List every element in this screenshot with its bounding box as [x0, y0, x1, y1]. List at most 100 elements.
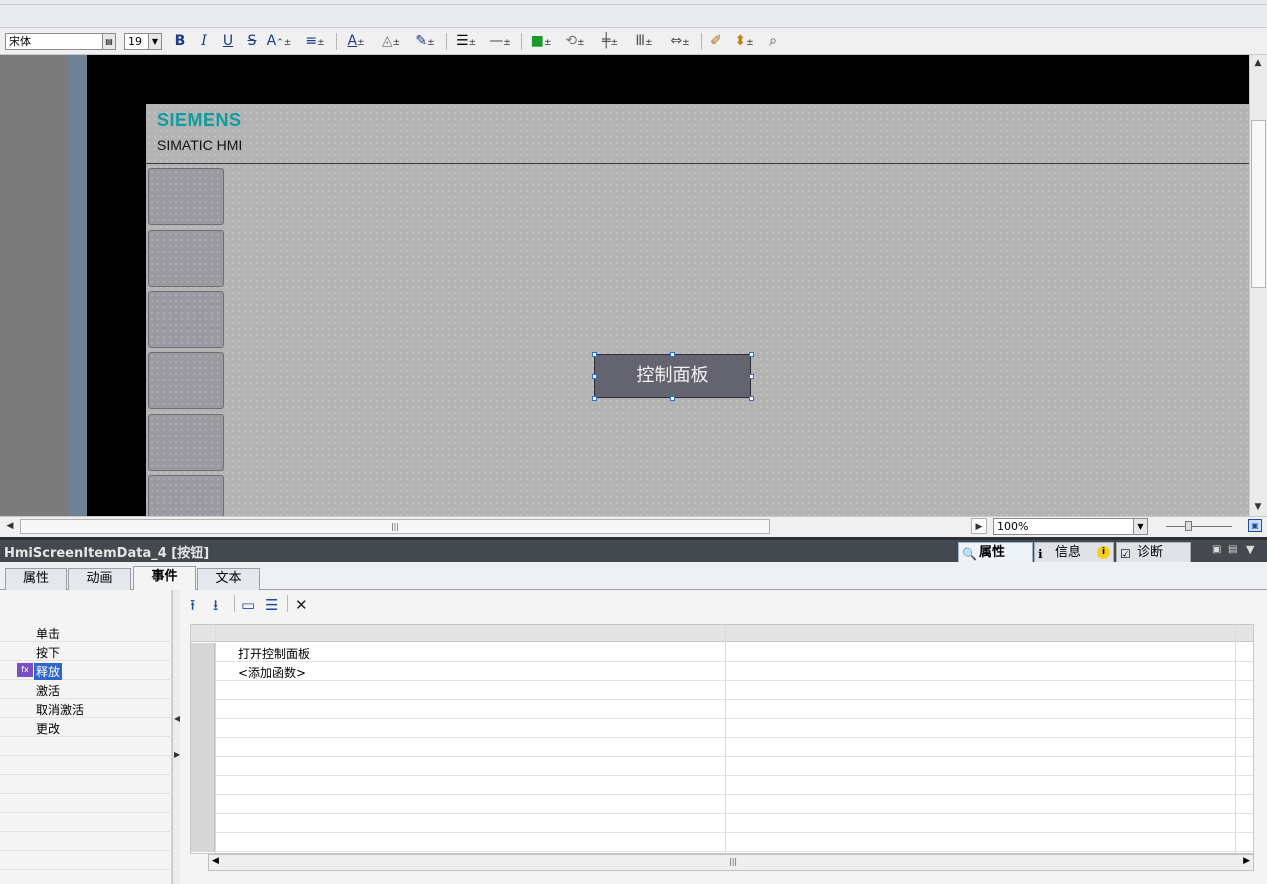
- resize-handle[interactable]: [749, 374, 754, 379]
- event-item-change[interactable]: 更改: [0, 718, 172, 737]
- scroll-left-icon[interactable]: ◀: [212, 856, 219, 866]
- event-item-deactivate[interactable]: 取消激活: [0, 699, 172, 718]
- toolbar-separator: [701, 33, 702, 50]
- pen-icon: ✎: [415, 33, 428, 49]
- scroll-up-icon[interactable]: ▲: [1250, 55, 1266, 71]
- resize-handle[interactable]: [670, 396, 675, 401]
- chevron-down-icon[interactable]: ▼: [148, 34, 161, 49]
- fit-to-window-icon[interactable]: ▣: [1248, 519, 1262, 532]
- table-row[interactable]: 打开控制面板: [191, 643, 1253, 662]
- resize-handle[interactable]: [592, 374, 597, 379]
- canvas-margin: [0, 55, 67, 516]
- resize-handle[interactable]: [670, 352, 675, 357]
- zoom-slider-track[interactable]: [1166, 526, 1232, 527]
- event-item-click[interactable]: 单击: [0, 623, 172, 642]
- tab-info[interactable]: ℹ 信息 i: [1034, 542, 1114, 563]
- tab-properties[interactable]: 🔍 属性: [958, 542, 1033, 563]
- table-horizontal-scrollbar[interactable]: ◀ ||| ▶: [208, 854, 1254, 871]
- rotate-button[interactable]: ⟲±: [560, 32, 590, 51]
- tab-texts[interactable]: 文本: [197, 568, 260, 590]
- line-style-button[interactable]: —±: [485, 32, 515, 51]
- event-item-release[interactable]: fx 释放: [0, 661, 172, 680]
- function-key-4[interactable]: [148, 352, 224, 409]
- align-objects-button[interactable]: ╪±: [595, 32, 625, 51]
- scroll-grip-icon[interactable]: |||: [729, 857, 737, 866]
- event-item-press[interactable]: 按下: [0, 642, 172, 661]
- table-row: [191, 738, 1253, 757]
- table-row: [191, 681, 1253, 700]
- folder-icon[interactable]: ▭: [241, 596, 255, 614]
- tab-events[interactable]: 事件: [133, 566, 196, 591]
- row-header: [191, 719, 215, 738]
- layer-button[interactable]: ⬍±: [729, 32, 759, 51]
- zoom-slider-thumb[interactable]: [1185, 521, 1192, 531]
- add-function-placeholder[interactable]: <添加函数>: [238, 664, 306, 681]
- table-row: [191, 795, 1253, 814]
- font-size-increase-button[interactable]: A⌃±: [266, 32, 292, 51]
- function-key-6[interactable]: [148, 475, 224, 516]
- scroll-down-icon[interactable]: ▼: [1250, 499, 1266, 515]
- scroll-left-icon[interactable]: ◀: [2, 518, 18, 534]
- canvas-ruler-strip: [67, 55, 87, 516]
- dropdown-arrow-icon: ±: [317, 38, 325, 48]
- list-icon[interactable]: ☰: [265, 596, 278, 614]
- font-name-select[interactable]: 宋体 ▤: [5, 33, 116, 50]
- move-up-icon[interactable]: ⭱: [190, 596, 195, 614]
- delete-icon[interactable]: ✕: [295, 596, 308, 614]
- scroll-right-icon[interactable]: ▶: [1243, 856, 1250, 866]
- zoom-region-button[interactable]: ⌕: [764, 32, 782, 51]
- resize-handle[interactable]: [592, 396, 597, 401]
- text-align-button[interactable]: ≡±: [300, 32, 330, 51]
- event-item-activate[interactable]: 激活: [0, 680, 172, 699]
- strikethrough-button[interactable]: S: [244, 32, 260, 51]
- resize-handle[interactable]: [592, 352, 597, 357]
- dropdown-arrow-icon: ±: [682, 38, 690, 48]
- tab-animations[interactable]: 动画: [68, 568, 131, 590]
- same-size-button[interactable]: ⇔±: [664, 32, 696, 51]
- control-panel-button[interactable]: 控制面板: [594, 354, 751, 398]
- fill-color-button[interactable]: ◬±: [376, 32, 406, 51]
- font-list-icon[interactable]: ▤: [102, 34, 115, 49]
- line-color-button[interactable]: ✎±: [410, 32, 440, 51]
- hmi-screen[interactable]: SIEMENS SIMATIC HMI 控制面板: [146, 104, 1249, 516]
- bring-forward-button[interactable]: ■±: [526, 32, 556, 51]
- format-painter-button[interactable]: ✐: [707, 32, 725, 51]
- scroll-right-icon[interactable]: ▶: [971, 518, 987, 534]
- font-color-button[interactable]: A±: [341, 32, 371, 51]
- panel-splitter[interactable]: ◀ ▶: [172, 590, 180, 884]
- canvas-vertical-scrollbar[interactable]: ▲ ▼: [1249, 55, 1267, 516]
- tab-diagnostics[interactable]: ☑ 诊断: [1116, 542, 1191, 563]
- float-window-icon[interactable]: ▣: [1212, 544, 1221, 555]
- scroll-thumb[interactable]: [1251, 120, 1266, 288]
- row-header: [191, 814, 215, 833]
- font-increase-label: A: [266, 33, 277, 49]
- tab-attributes[interactable]: 属性: [5, 568, 67, 590]
- horizontal-scroll-thumb[interactable]: |||: [20, 519, 770, 534]
- move-down-icon[interactable]: ⭳: [213, 596, 218, 614]
- underline-button[interactable]: U: [220, 32, 236, 51]
- resize-handle[interactable]: [749, 396, 754, 401]
- function-key-5[interactable]: [148, 414, 224, 471]
- chevron-down-icon[interactable]: ▼: [1246, 543, 1254, 556]
- italic-button[interactable]: I: [196, 32, 212, 51]
- table-header: [191, 625, 1253, 642]
- dropdown-arrow-icon: ±: [468, 38, 477, 48]
- screen-editor-canvas[interactable]: SIEMENS SIMATIC HMI 控制面板: [0, 55, 1249, 516]
- table-row: [191, 719, 1253, 738]
- function-key-3[interactable]: [148, 291, 224, 348]
- distribute-button[interactable]: Ⅲ±: [629, 32, 659, 51]
- function-key-1[interactable]: [148, 168, 224, 225]
- brush-icon: ✐: [710, 33, 722, 49]
- chevron-down-icon[interactable]: ▼: [1133, 519, 1147, 534]
- resize-handle[interactable]: [749, 352, 754, 357]
- line-width-button[interactable]: ☰±: [451, 32, 481, 51]
- font-size-select[interactable]: 19 ▼: [124, 33, 162, 50]
- function-key-2[interactable]: [148, 230, 224, 287]
- info-badge-icon: i: [1097, 546, 1110, 559]
- layout-icon[interactable]: ▤: [1228, 544, 1237, 555]
- zoom-select[interactable]: 100% ▼: [993, 518, 1148, 535]
- bold-button[interactable]: B: [172, 32, 188, 51]
- function-list-panel: ⭱ ⭳ ▭ ☰ ✕ 打开控制面板 <添加函数> ◀ ||| ▶: [180, 590, 1267, 884]
- toolbar-separator: [234, 595, 235, 612]
- table-row[interactable]: <添加函数>: [191, 662, 1253, 681]
